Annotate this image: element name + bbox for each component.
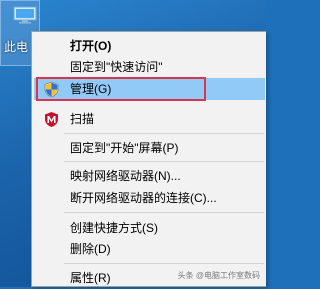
menu-item-map-drive[interactable]: 映射网络驱动器(N)...	[34, 165, 265, 187]
menu-item-label: 固定到"开始"屏幕(P)	[70, 141, 179, 155]
menu-item-pin-quick-access[interactable]: 固定到"快速访问"	[34, 56, 265, 78]
menu-separator	[64, 133, 264, 134]
menu-item-manage[interactable]: 管理(G)	[34, 78, 265, 100]
menu-item-label: 创建快捷方式(S)	[70, 221, 158, 235]
this-pc-icon	[13, 6, 37, 24]
menu-item-delete[interactable]: 删除(D)	[34, 238, 265, 260]
menu-item-label: 属性(R)	[70, 271, 111, 285]
menu-item-label: 映射网络驱动器(N)...	[70, 169, 181, 183]
shield-icon	[44, 81, 59, 98]
antivirus-icon	[45, 112, 58, 127]
menu-item-label: 打开(O)	[70, 39, 112, 53]
desktop-icon-label: 此电	[4, 40, 29, 54]
menu-item-open[interactable]: 打开(O)	[34, 35, 265, 57]
menu-separator	[64, 161, 264, 162]
menu-item-label: 断开网络驱动器的连接(C)...	[70, 191, 217, 205]
menu-item-label: 管理(G)	[70, 82, 112, 96]
menu-item-label: 扫描	[70, 112, 95, 126]
menu-item-disconnect-drive[interactable]: 断开网络驱动器的连接(C)...	[34, 187, 265, 209]
menu-item-label: 固定到"快速访问"	[70, 60, 163, 74]
menu-item-scan[interactable]: 扫描	[34, 108, 265, 130]
menu-separator	[64, 212, 264, 213]
watermark: 头条 @电脑工作室数码	[177, 271, 260, 280]
menu-item-pin-start[interactable]: 固定到"开始"屏幕(P)	[34, 137, 265, 159]
menu-item-create-shortcut[interactable]: 创建快捷方式(S)	[34, 217, 265, 239]
menu-separator	[64, 263, 264, 264]
context-menu: 打开(O) 固定到"快速访问" 管理(G) 扫描 固定到"开始"屏幕(P) 映射…	[31, 31, 266, 287]
menu-item-label: 删除(D)	[70, 242, 111, 256]
